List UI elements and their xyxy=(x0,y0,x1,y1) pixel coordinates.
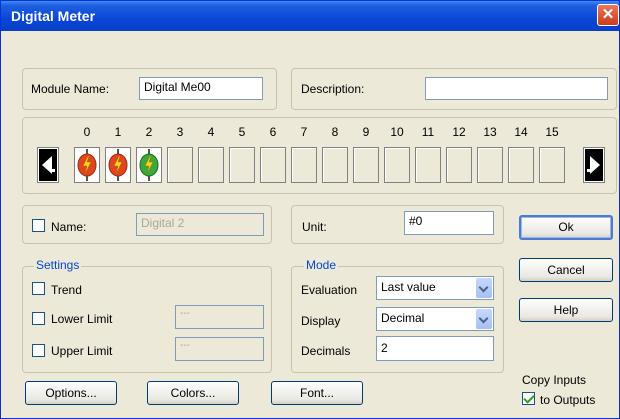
channel-number-8: 8 xyxy=(331,125,339,139)
channel-slot-6[interactable] xyxy=(260,147,286,183)
lower-limit-checkbox[interactable] xyxy=(32,312,45,325)
unit-label: Unit: xyxy=(302,220,327,234)
channel-slot-14[interactable] xyxy=(508,147,534,183)
channel-number-13: 13 xyxy=(483,125,497,139)
arrow-left-icon xyxy=(42,156,55,174)
display-label: Display xyxy=(301,314,341,328)
name-checkbox[interactable] xyxy=(32,219,45,232)
channel-slot-9[interactable] xyxy=(353,147,379,183)
channel-slot-10[interactable] xyxy=(384,147,410,183)
channel-signal-icon xyxy=(77,149,97,181)
cancel-button[interactable]: Cancel xyxy=(519,258,613,282)
channel-slot-15[interactable] xyxy=(539,147,565,183)
close-button[interactable]: ✕ xyxy=(597,4,619,26)
evaluation-label: Evaluation xyxy=(301,283,358,297)
display-value: Decimal xyxy=(381,311,425,325)
channel-signal-icon xyxy=(108,149,128,181)
channel-number-2: 2 xyxy=(145,125,153,139)
settings-title: Settings xyxy=(34,258,82,272)
display-select[interactable]: Decimal xyxy=(376,307,494,331)
evaluation-select[interactable]: Last value xyxy=(376,276,494,300)
channel-number-1: 1 xyxy=(114,125,122,139)
channel-slot-3[interactable] xyxy=(167,147,193,183)
upper-limit-input[interactable]: --- xyxy=(175,337,264,361)
font-button[interactable]: Font... xyxy=(271,381,363,405)
lower-limit-label: Lower Limit xyxy=(51,312,113,326)
evaluation-value: Last value xyxy=(381,280,436,294)
channel-slot-11[interactable] xyxy=(415,147,441,183)
decimals-label: Decimals xyxy=(301,344,351,358)
upper-limit-checkbox[interactable] xyxy=(32,344,45,357)
chevron-down-icon xyxy=(476,309,492,329)
channel-name-input[interactable]: Digital 2 xyxy=(136,213,264,236)
prev-channels-button[interactable] xyxy=(37,147,59,183)
channel-number-11: 11 xyxy=(421,125,435,139)
module-name-label: Module Name: xyxy=(31,82,110,96)
channel-slot-7[interactable] xyxy=(291,147,317,183)
channel-number-15: 15 xyxy=(545,125,559,139)
channel-number-0: 0 xyxy=(83,125,91,139)
channel-slot-13[interactable] xyxy=(477,147,503,183)
channel-number-5: 5 xyxy=(238,125,246,139)
copy-to-outputs-checkbox[interactable] xyxy=(522,392,535,405)
channel-signal-icon xyxy=(139,149,159,181)
title-bar: Digital Meter ✕ xyxy=(1,1,619,31)
channel-number-14: 14 xyxy=(514,125,528,139)
chevron-down-icon xyxy=(476,278,492,298)
channel-slot-0[interactable] xyxy=(74,147,100,183)
description-label: Description: xyxy=(301,82,365,96)
to-outputs-label: to Outputs xyxy=(540,393,596,407)
channel-slot-8[interactable] xyxy=(322,147,348,183)
options-button[interactable]: Options... xyxy=(25,381,117,405)
colors-button[interactable]: Colors... xyxy=(147,381,239,405)
channel-number-10: 10 xyxy=(390,125,404,139)
next-channels-button[interactable] xyxy=(583,147,605,183)
channel-number-12: 12 xyxy=(452,125,466,139)
ok-button[interactable]: Ok xyxy=(519,215,613,240)
name-label: Name: xyxy=(51,220,87,234)
channel-slot-12[interactable] xyxy=(446,147,472,183)
trend-label: Trend xyxy=(51,283,82,297)
trend-checkbox[interactable] xyxy=(32,282,45,295)
help-button[interactable]: Help xyxy=(519,298,613,322)
description-input[interactable] xyxy=(425,77,608,100)
mode-title: Mode xyxy=(304,258,339,272)
decimals-input[interactable]: 2 xyxy=(376,336,494,361)
digital-meter-dialog: Digital Meter ✕ Module Name: Digital Me0… xyxy=(0,0,620,419)
channel-slot-2[interactable] xyxy=(136,147,162,183)
copy-inputs-label: Copy Inputs xyxy=(522,373,587,387)
channel-number-4: 4 xyxy=(207,125,215,139)
module-name-input[interactable]: Digital Me00 xyxy=(139,77,263,100)
lower-limit-input[interactable]: --- xyxy=(175,305,264,329)
channel-number-3: 3 xyxy=(176,125,184,139)
channel-number-7: 7 xyxy=(300,125,308,139)
unit-input[interactable]: #0 xyxy=(404,211,494,235)
channel-number-9: 9 xyxy=(362,125,370,139)
channel-slot-4[interactable] xyxy=(198,147,224,183)
arrow-right-icon xyxy=(587,156,600,174)
channel-number-6: 6 xyxy=(269,125,277,139)
upper-limit-label: Upper Limit xyxy=(51,344,113,358)
channel-slot-1[interactable] xyxy=(105,147,131,183)
window-title: Digital Meter xyxy=(11,8,96,24)
channel-slot-5[interactable] xyxy=(229,147,255,183)
